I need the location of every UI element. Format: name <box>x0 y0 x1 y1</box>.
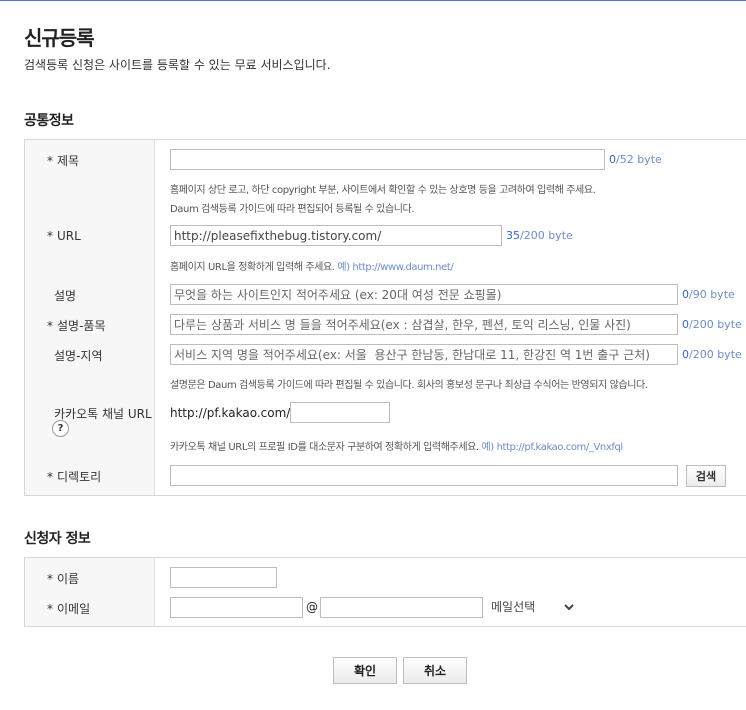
directory-search-button[interactable]: 검색 <box>686 465 726 487</box>
applicant-info-form: * 이름 * 이메일 @ 메일선택 <box>24 557 746 627</box>
url-input[interactable] <box>170 225 502 246</box>
directory-input[interactable] <box>170 465 678 486</box>
kakao-example-link[interactable]: 예) http://pf.kakao.com/_Vnxfql <box>481 442 623 453</box>
url-help-text: 홈페이지 URL을 정확하게 입력해 주세요. 예) http://www.da… <box>170 262 454 273</box>
kakao-help-text: 카카오톡 채널 URL의 프로필 ID를 대소문자 구분하여 정확하게 입력해주… <box>170 442 623 453</box>
name-input[interactable] <box>170 567 277 588</box>
url-example-link[interactable]: 예) http://www.daum.net/ <box>337 262 453 273</box>
url-label: * URL <box>47 229 81 243</box>
kakao-channel-label: 카카오톡 채널 URL <box>54 407 152 421</box>
email-local-input[interactable] <box>170 597 303 618</box>
email-domain-select[interactable]: 메일선택 <box>487 597 577 617</box>
email-domain-input[interactable] <box>320 597 483 618</box>
confirm-button[interactable]: 확인 <box>333 657 397 684</box>
description-label: 설명 <box>54 289 77 303</box>
email-label: * 이메일 <box>47 602 91 616</box>
title-help-text-2: Daum 검색등록 가이드에 따라 편집되어 등록될 수 있습니다. <box>170 204 415 215</box>
description-byte-count: 0/90 byte <box>682 288 735 301</box>
common-section-title: 공통정보 <box>24 113 74 129</box>
title-input[interactable] <box>170 149 605 170</box>
description-product-label: * 설명-품목 <box>47 319 106 333</box>
description-region-input[interactable] <box>170 344 678 365</box>
description-product-input[interactable] <box>170 314 678 335</box>
title-label: * 제목 <box>47 154 80 168</box>
description-input[interactable] <box>170 284 678 305</box>
common-info-form: * 제목 0/52 byte 홈페이지 상단 로고, 하단 copyright 부… <box>24 139 746 496</box>
kakao-channel-input[interactable] <box>290 402 390 423</box>
kakao-url-prefix: http://pf.kakao.com/ <box>170 406 291 420</box>
required-mark: * <box>47 154 53 168</box>
description-region-byte-count: 0/200 byte <box>682 348 742 361</box>
top-accent-line <box>0 0 746 1</box>
description-help-text: 설명문은 Daum 검색등록 가이드에 따라 편집될 수 있습니다. 회사의 홍… <box>170 380 648 391</box>
page-title: 신규등록 <box>24 26 95 50</box>
url-byte-count: 35/200 byte <box>506 229 573 242</box>
description-product-byte-count: 0/200 byte <box>682 318 742 331</box>
title-byte-count: 0/52 byte <box>609 153 662 166</box>
directory-label: * 디렉토리 <box>47 470 102 484</box>
description-region-label: 설명-지역 <box>54 349 103 363</box>
title-help-text-1: 홈페이지 상단 로고, 하단 copyright 부분, 사이트에서 확인할 수… <box>170 185 596 196</box>
page-description: 검색등록 신청은 사이트를 등록할 수 있는 무료 서비스입니다. <box>24 58 331 72</box>
help-question-icon[interactable]: ? <box>52 420 69 437</box>
cancel-button[interactable]: 취소 <box>403 657 467 684</box>
applicant-section-title: 신청자 정보 <box>24 531 91 547</box>
name-label: * 이름 <box>47 572 80 586</box>
email-at-sign: @ <box>306 600 318 614</box>
